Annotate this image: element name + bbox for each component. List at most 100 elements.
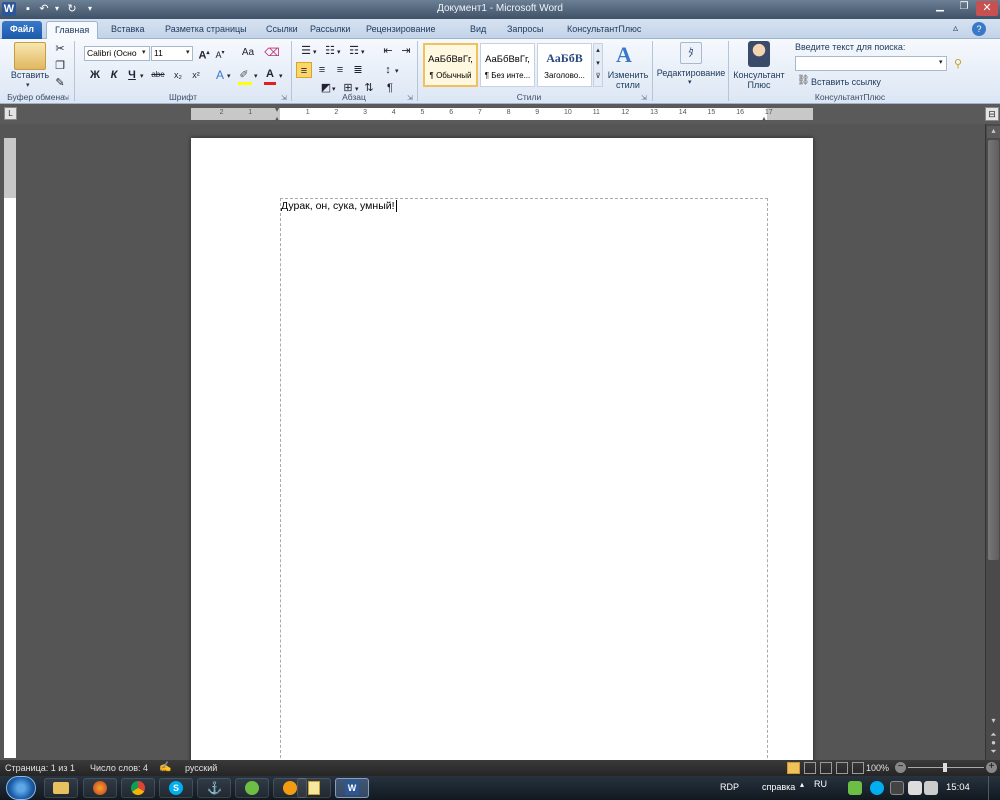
style-normal[interactable]: АаБбВвГг, ¶ Обычный — [423, 43, 478, 87]
insert-link-icon[interactable]: ⛓ — [797, 75, 810, 86]
numbering-icon[interactable]: ☷ — [322, 43, 338, 59]
help-icon[interactable]: ? — [972, 22, 986, 36]
tray-rdp[interactable]: RDP — [720, 782, 739, 792]
consultant-label-1[interactable]: Консультант — [730, 70, 788, 80]
bullets-icon[interactable]: ☰ — [298, 43, 314, 59]
change-styles-label-1[interactable]: Изменить — [604, 70, 652, 80]
tray-app-icon[interactable] — [890, 781, 904, 795]
tray-skype-icon[interactable] — [870, 781, 884, 795]
scroll-up-icon[interactable]: ▴ — [987, 126, 1000, 138]
scroll-thumb[interactable] — [988, 140, 999, 560]
paste-button[interactable]: Вставить — [6, 70, 54, 80]
styles-more-icon[interactable]: ⊽ — [594, 70, 602, 83]
align-left-icon[interactable]: ≡ — [296, 62, 312, 78]
tab-queries[interactable]: Запросы — [499, 21, 551, 39]
underline-dropdown-icon[interactable]: ▾ — [140, 72, 144, 80]
font-name-combo[interactable]: Calibri (Осно — [84, 46, 150, 61]
tab-references[interactable]: Ссылки — [258, 21, 306, 39]
zoom-level[interactable]: 100% — [866, 763, 889, 773]
taskbar-app-icon[interactable]: ⚓ — [197, 778, 231, 798]
tray-volume-icon[interactable] — [924, 781, 938, 795]
bold-button[interactable]: Ж — [87, 67, 103, 83]
language-indicator[interactable]: русский — [185, 763, 217, 773]
print-layout-icon[interactable] — [787, 762, 800, 774]
multilevel-list-icon[interactable]: ☶ — [346, 43, 362, 59]
tab-mailings[interactable]: Рассылки — [302, 21, 358, 39]
superscript-button[interactable]: x² — [188, 67, 204, 83]
line-spacing-dropdown-icon[interactable]: ▾ — [395, 67, 399, 75]
show-desktop-button[interactable] — [988, 776, 1000, 800]
vertical-ruler[interactable] — [4, 138, 16, 758]
tab-review[interactable]: Рецензирование — [358, 21, 444, 39]
italic-button[interactable]: К — [106, 67, 122, 83]
numbering-dropdown-icon[interactable]: ▾ — [337, 48, 341, 56]
multilevel-dropdown-icon[interactable]: ▾ — [361, 48, 365, 56]
style-heading[interactable]: АаБбВ Заголово... — [537, 43, 592, 87]
word-count[interactable]: Число слов: 4 — [90, 763, 148, 773]
left-indent-marker[interactable]: ▴ — [275, 114, 279, 123]
change-case-button[interactable]: Aa — [238, 45, 258, 61]
close-button[interactable]: ✕ — [976, 1, 998, 16]
taskbar-torrent-icon[interactable] — [235, 778, 269, 798]
consultant-search-input[interactable] — [795, 56, 947, 71]
document-page[interactable]: Дурак, он, сука, умный! — [191, 138, 813, 768]
text-effects-icon[interactable]: A — [212, 67, 228, 83]
taskbar-firefox-icon[interactable] — [83, 778, 117, 798]
minimize-ribbon-icon[interactable]: ▵ — [953, 23, 958, 34]
editing-icon[interactable]: ﾀ — [680, 42, 702, 64]
zoom-slider-thumb[interactable] — [943, 763, 947, 772]
view-ruler-icon[interactable]: ⊟ — [985, 107, 999, 121]
clear-formatting-icon[interactable]: ⌫ — [264, 45, 280, 61]
insert-link-button[interactable]: Вставить ссылку — [811, 77, 881, 87]
line-spacing-icon[interactable]: ↕ — [380, 62, 396, 78]
text-effects-dropdown-icon[interactable]: ▾ — [227, 72, 231, 80]
styles-scroll[interactable]: ▴ ▾ ⊽ — [593, 43, 603, 87]
align-right-icon[interactable]: ≡ — [332, 62, 348, 78]
tray-utorrent-icon[interactable] — [848, 781, 862, 795]
next-page-icon[interactable]: ⏷ — [987, 747, 1000, 759]
right-indent-marker[interactable]: ▴ — [762, 114, 766, 123]
font-name-dropdown-icon[interactable]: ▾ — [142, 48, 146, 56]
tab-insert[interactable]: Вставка — [103, 21, 152, 39]
clipboard-launcher-icon[interactable]: ⇲ — [63, 94, 69, 102]
highlight-dropdown-icon[interactable]: ▾ — [254, 72, 258, 80]
tray-help[interactable]: справка — [762, 782, 795, 792]
increase-indent-icon[interactable]: ⇥ — [398, 43, 414, 59]
tab-view[interactable]: Вид — [462, 21, 494, 39]
scroll-down-icon[interactable]: ▾ — [987, 716, 1000, 728]
document-text[interactable]: Дурак, он, сука, умный! — [281, 200, 397, 213]
clock[interactable]: 15:04 — [946, 782, 970, 793]
consultant-search-icon[interactable]: ⚲ — [950, 56, 966, 72]
styles-launcher-icon[interactable]: ⇲ — [641, 94, 647, 102]
subscript-button[interactable]: x₂ — [170, 67, 186, 83]
draft-icon[interactable] — [852, 762, 864, 774]
format-painter-icon[interactable]: ✎ — [52, 75, 68, 91]
editing-button[interactable]: Редактирование — [654, 68, 728, 78]
paragraph-launcher-icon[interactable]: ⇲ — [407, 94, 413, 102]
font-size-dropdown-icon[interactable]: ▾ — [186, 48, 190, 56]
zoom-in-icon[interactable]: + — [986, 762, 997, 773]
consultant-search-dropdown-icon[interactable]: ▾ — [939, 58, 943, 66]
show-hidden-icons-icon[interactable]: ▴ — [800, 780, 804, 789]
proofing-icon[interactable]: ✍ — [159, 762, 171, 773]
change-styles-icon[interactable]: A — [616, 42, 632, 68]
taskbar-skype-icon[interactable]: S — [159, 778, 193, 798]
consultant-label-2[interactable]: Плюс — [730, 80, 788, 90]
paste-dropdown-icon[interactable]: ▾ — [26, 81, 30, 89]
cut-icon[interactable]: ✂ — [52, 41, 68, 57]
consultant-avatar-icon[interactable] — [748, 41, 770, 67]
horizontal-ruler[interactable]: 2 1 1 2 3 4 5 6 7 8 9 10 11 12 13 14 15 16 17 ▾ ▴ ▴ — [191, 105, 813, 123]
grow-font-icon[interactable]: A▴ — [196, 45, 212, 62]
page-counter[interactable]: Страница: 1 из 1 — [5, 763, 75, 773]
styles-down-icon[interactable]: ▾ — [594, 57, 602, 70]
tab-file[interactable]: Файл — [2, 21, 42, 39]
editing-dropdown-icon[interactable]: ▾ — [688, 78, 692, 86]
maximize-button[interactable]: ❐ — [952, 1, 976, 16]
decrease-indent-icon[interactable]: ⇤ — [380, 43, 396, 59]
copy-icon[interactable]: ❐ — [52, 58, 68, 74]
tray-network-icon[interactable] — [908, 781, 922, 795]
underline-button[interactable]: Ч — [124, 67, 140, 83]
taskbar-explorer-icon[interactable] — [44, 778, 78, 798]
tray-language[interactable]: RU — [814, 779, 827, 789]
tab-selector-icon[interactable]: L — [4, 107, 17, 120]
